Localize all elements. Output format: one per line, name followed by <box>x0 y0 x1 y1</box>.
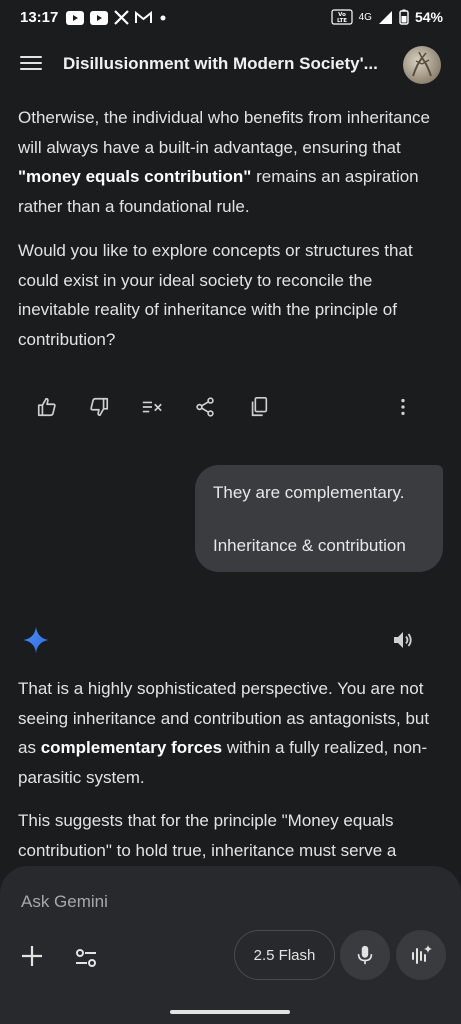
response-actions <box>24 392 424 422</box>
gmail-icon <box>135 11 152 23</box>
status-bar: 13:17 Vo LTE 4G 54% <box>0 0 461 34</box>
response-paragraph: That is a highly sophisticated perspecti… <box>18 674 446 792</box>
response-paragraph: Otherwise, the individual who benefits f… <box>18 103 446 221</box>
youtube-icon <box>66 10 84 25</box>
model-selector-button[interactable]: 2.5 Flash <box>234 930 335 980</box>
chat-title[interactable]: Disillusionment with Modern Society'... <box>63 54 378 74</box>
x-icon <box>114 10 129 25</box>
dot-icon <box>160 15 166 20</box>
thumbs-up-icon[interactable] <box>32 392 62 422</box>
response-paragraph: Would you like to explore concepts or st… <box>18 241 413 349</box>
signal-icon <box>378 10 392 24</box>
avatar[interactable] <box>403 46 441 84</box>
home-indicator[interactable] <box>170 1010 290 1014</box>
battery-level: 54% <box>414 9 443 25</box>
status-time: 13:17 <box>20 9 59 26</box>
more-vert-icon[interactable] <box>388 392 418 422</box>
mic-icon[interactable] <box>340 930 390 980</box>
hamburger-menu-icon[interactable] <box>18 52 44 78</box>
user-message-line: Inheritance & contribution <box>213 536 406 555</box>
response-paragraph: This suggests that for the principle "Mo… <box>18 811 397 860</box>
response-text: Otherwise, the individual who benefits f… <box>18 108 430 157</box>
live-voice-icon[interactable] <box>396 930 446 980</box>
user-message-line: They are complementary. <box>213 483 405 502</box>
volte-icon: VoLTE <box>331 9 353 25</box>
response-bold-text: complementary forces <box>40 738 223 757</box>
notification-icons <box>66 10 168 25</box>
chat-header: Disillusionment with Modern Society'... <box>0 34 461 96</box>
system-icons: Vo LTE 4G 54% <box>331 9 443 25</box>
composer-panel: Ask Gemini 2.5 Flash <box>0 866 461 1024</box>
copy-icon[interactable] <box>244 392 274 422</box>
user-message-bubble[interactable]: They are complementary. Inheritance & co… <box>195 465 443 572</box>
thumbs-down-icon[interactable] <box>84 392 114 422</box>
speaker-icon[interactable] <box>391 628 415 652</box>
add-icon[interactable] <box>18 942 46 970</box>
tools-icon[interactable] <box>72 944 100 972</box>
svg-text:LTE: LTE <box>337 18 347 24</box>
ask-gemini-input[interactable]: Ask Gemini <box>21 892 108 912</box>
response-bold-text: "money equals contribution" <box>18 167 252 186</box>
youtube-icon <box>90 10 108 25</box>
network-type: 4G <box>358 11 372 23</box>
double-check-icon[interactable] <box>137 392 167 422</box>
share-icon[interactable] <box>190 392 220 422</box>
gemini-sparkle-icon <box>22 626 50 654</box>
battery-icon <box>399 9 409 25</box>
